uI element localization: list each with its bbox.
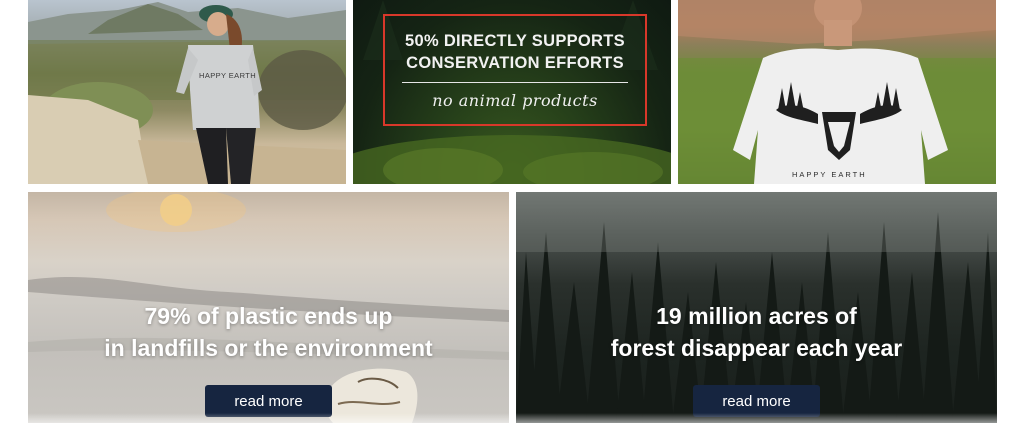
banner-divider (402, 82, 628, 83)
plastic-stat-line-1: 79% of plastic ends up (144, 303, 393, 329)
plastic-read-more-button[interactable]: read more (205, 385, 332, 417)
forest-stat-tile[interactable]: 19 million acres of forest disappear eac… (516, 192, 997, 423)
banner-line-1: 50% DIRECTLY SUPPORTS (405, 32, 625, 50)
plastic-stat-headline: 79% of plastic ends up in landfills or t… (28, 300, 509, 364)
hiker-photo (28, 2, 346, 184)
plastic-stat-tile[interactable]: 79% of plastic ends up in landfills or t… (28, 192, 509, 423)
hiker-shirt-print: HAPPY EARTH (199, 71, 257, 80)
forest-stat-line-2: forest disappear each year (610, 335, 903, 361)
shirt-back-photo-tile[interactable]: HAPPY EARTH (678, 0, 996, 184)
forest-stat-line-1: 19 million acres of (656, 303, 857, 329)
forest-stat-headline: 19 million acres of forest disappear eac… (516, 300, 997, 364)
banner-script-text: no animal products (432, 91, 598, 110)
shirt-back-print: HAPPY EARTH (792, 170, 867, 179)
hiker-photo-tile[interactable]: HAPPY EARTH (28, 0, 346, 184)
plastic-stat-line-2: in landfills or the environment (104, 335, 433, 361)
conservation-message-tile[interactable]: 50% DIRECTLY SUPPORTS CONSERVATION EFFOR… (353, 0, 671, 184)
image-grid: HAPPY EARTH 50% DIRECTLY SUPPORTS CONSER… (0, 0, 1024, 423)
forest-read-more-button[interactable]: read more (693, 385, 820, 417)
shirt-back-photo (678, 0, 996, 184)
banner-line-2: CONSERVATION EFFORTS (406, 54, 624, 72)
conservation-banner: 50% DIRECTLY SUPPORTS CONSERVATION EFFOR… (383, 14, 647, 126)
